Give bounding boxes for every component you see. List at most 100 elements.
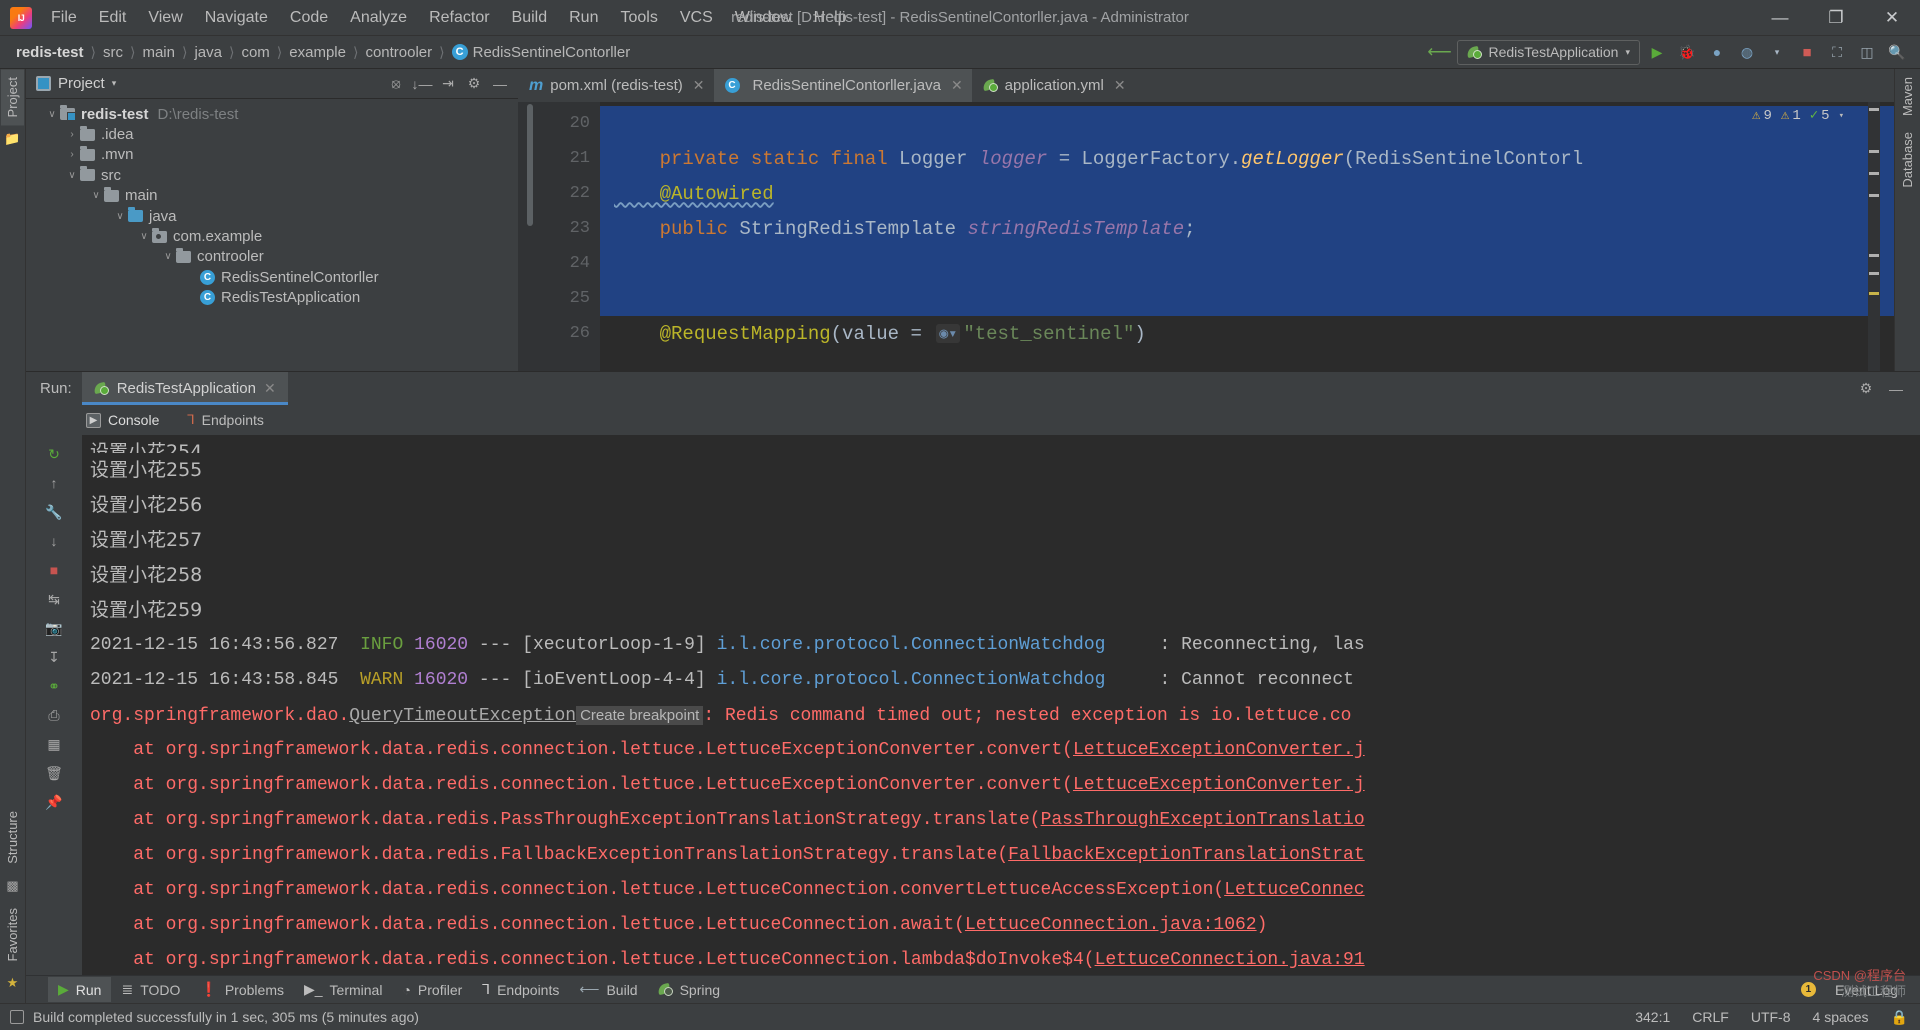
menu-item-help[interactable]: Help [803, 5, 858, 31]
tab-endpoints[interactable]: ⅂ Endpoints [183, 409, 268, 431]
chevron-right-icon[interactable]: › [64, 149, 80, 160]
chevron-down-icon[interactable]: ∨ [160, 251, 176, 262]
console-output[interactable]: 设置小花254 设置小花255 设置小花256 设置小花257 设置小花258 … [82, 435, 1920, 975]
file-encoding[interactable]: UTF-8 [1751, 1009, 1791, 1025]
scroll-to-end-icon[interactable]: ↧ [40, 643, 68, 671]
tree-item-controoler[interactable]: ∨ controoler [26, 247, 518, 267]
menu-item-analyze[interactable]: Analyze [339, 5, 418, 31]
editor-error-stripe[interactable] [1868, 102, 1880, 371]
breadcrumb-com[interactable]: com [237, 43, 273, 62]
menu-item-vcs[interactable]: VCS [669, 5, 724, 31]
tool-window-build[interactable]: ⟵ Build [569, 977, 647, 1002]
tree-item-redis-sentinel-contorller[interactable]: C RedisSentinelContorller [26, 267, 518, 287]
trace-file-link[interactable]: LettuceExceptionConverter.j [1073, 775, 1365, 795]
tree-item-com-example[interactable]: ∨ com.example [26, 226, 518, 246]
hide-icon[interactable]: — [1884, 377, 1908, 401]
wrench-icon[interactable]: 🔧 [40, 498, 68, 526]
trace-file-link[interactable]: LettuceExceptionConverter.j [1073, 740, 1365, 760]
maximize-button[interactable]: ❐ [1808, 0, 1864, 35]
breadcrumb-main[interactable]: main [138, 43, 179, 62]
menu-item-edit[interactable]: Edit [88, 5, 138, 31]
close-button[interactable]: ✕ [1864, 0, 1920, 35]
expand-all-icon[interactable]: ⇥ [436, 72, 460, 96]
down-arrow-icon[interactable]: ↓ [40, 527, 68, 555]
close-icon[interactable]: ✕ [693, 77, 705, 94]
tool-window-problems[interactable]: ❗ Problems [190, 977, 294, 1002]
menu-item-refactor[interactable]: Refactor [418, 5, 500, 31]
print-icon[interactable]: ⎙ [40, 701, 68, 729]
grid-icon[interactable]: ▦ [40, 730, 68, 758]
tree-item-main[interactable]: ∨ main [26, 186, 518, 206]
stop-icon[interactable]: ■ [1794, 40, 1820, 65]
sidebar-tab-project[interactable]: Project [1, 69, 24, 126]
trace-file-link[interactable]: FallbackExceptionTranslationStrat [1008, 845, 1364, 865]
run-tab-redis-test-application[interactable]: RedisTestApplication ✕ [81, 372, 288, 405]
hammer-icon[interactable]: ⟵ [1427, 40, 1453, 65]
breadcrumb-redis-test[interactable]: redis-test [12, 43, 88, 62]
chevron-down-icon[interactable]: ▾ [1839, 111, 1844, 121]
tree-item-redis-test[interactable]: ∨ redis-test D:\redis-test [26, 104, 518, 124]
chevron-down-icon[interactable]: ∨ [136, 231, 152, 242]
menu-item-window[interactable]: Window [724, 5, 803, 31]
debug-icon[interactable]: 🐞 [1674, 40, 1700, 65]
menu-item-tools[interactable]: Tools [609, 5, 668, 31]
editor-tab-pom-xml[interactable]: m pom.xml (redis-test) ✕ [518, 69, 714, 102]
tab-console[interactable]: ▶ Console [82, 409, 163, 431]
breadcrumb-example[interactable]: example [285, 43, 350, 62]
minimize-button[interactable]: — [1752, 0, 1808, 35]
code-editor[interactable]: private static final Logger logger = Log… [600, 102, 1894, 371]
settings-icon[interactable]: ⚙ [1854, 377, 1878, 401]
chevron-right-icon[interactable]: › [64, 129, 80, 140]
star-icon[interactable]: ★ [7, 975, 19, 991]
pin-icon[interactable]: 📌 [40, 788, 68, 816]
menu-item-run[interactable]: Run [558, 5, 609, 31]
breadcrumb-controoler[interactable]: controoler [361, 43, 436, 62]
structure-icon[interactable]: ▩ [6, 878, 18, 894]
chevron-down-icon[interactable]: ∨ [44, 109, 60, 120]
rerun-icon[interactable]: ↻ [40, 440, 68, 468]
tool-window-spring[interactable]: Spring [648, 978, 730, 1002]
run-with-coverage-icon[interactable]: ● [1704, 40, 1730, 65]
line-separator[interactable]: CRLF [1692, 1009, 1729, 1025]
inspection-warnings[interactable]: ⚠ 9 [1752, 107, 1772, 125]
tree-item-src[interactable]: ∨ src [26, 165, 518, 185]
sidebar-tab-structure[interactable]: Structure [1, 803, 24, 872]
breadcrumb-class[interactable]: C RedisSentinelContorller [448, 43, 635, 62]
profiler-dropdown-icon[interactable]: ▾ [1764, 40, 1790, 65]
editor-tab-redis-sentinel-contorller-java[interactable]: C RedisSentinelContorller.java ✕ [713, 69, 972, 102]
trace-file-link[interactable]: LettuceConnection.java:1062 [965, 915, 1257, 935]
breadcrumb-src[interactable]: src [99, 43, 127, 62]
close-icon[interactable]: ✕ [1114, 77, 1126, 94]
inspection-widget[interactable]: ⚠ 9 ⚠ 1 ✓ 5 ▾ [1752, 107, 1844, 125]
menu-item-view[interactable]: View [137, 5, 193, 31]
update-running-application-icon[interactable]: ⛶ [1824, 40, 1850, 65]
tool-window-todo[interactable]: ≣ TODO [111, 977, 190, 1002]
tree-item-mvn[interactable]: › .mvn [26, 145, 518, 165]
inspection-errors[interactable]: ⚠ 1 [1781, 107, 1801, 125]
caret-position[interactable]: 342:1 [1635, 1009, 1670, 1025]
folder-icon[interactable]: 📁 [4, 131, 20, 147]
chevron-down-icon[interactable]: ∨ [88, 190, 104, 201]
menu-item-file[interactable]: File [40, 5, 88, 31]
settings-icon[interactable]: ⚙ [462, 72, 486, 96]
breadcrumb-java[interactable]: java [190, 43, 226, 62]
code-folding-badge[interactable]: ◉▾ [936, 324, 961, 343]
thread-dump-icon[interactable]: ⚭ [40, 672, 68, 700]
tree-item-idea[interactable]: › .idea [26, 124, 518, 144]
menu-item-navigate[interactable]: Navigate [194, 5, 279, 31]
hide-icon[interactable]: — [488, 72, 512, 96]
collapse-all-icon[interactable]: ↓— [410, 72, 434, 96]
create-breakpoint-badge[interactable]: Create breakpoint [576, 706, 704, 725]
trace-file-link[interactable]: PassThroughExceptionTranslatio [1041, 810, 1365, 830]
close-icon[interactable]: ✕ [951, 77, 963, 94]
editor-tab-application-yml[interactable]: application.yml ✕ [972, 69, 1135, 102]
sidebar-tab-maven[interactable]: Maven [1896, 69, 1919, 124]
sidebar-tab-favorites[interactable]: Favorites [1, 900, 24, 969]
up-arrow-icon[interactable]: ↑ [40, 469, 68, 497]
trace-file-link[interactable]: LettuceConnection.java:91 [1095, 950, 1365, 970]
project-panel-title[interactable]: Project ▾ [36, 75, 116, 92]
search-everywhere-icon[interactable]: 🔍 [1884, 40, 1910, 65]
chevron-down-icon[interactable]: ∨ [64, 170, 80, 181]
indent-setting[interactable]: 4 spaces [1813, 1009, 1869, 1025]
tool-window-run[interactable]: ▶ Run [48, 977, 112, 1002]
